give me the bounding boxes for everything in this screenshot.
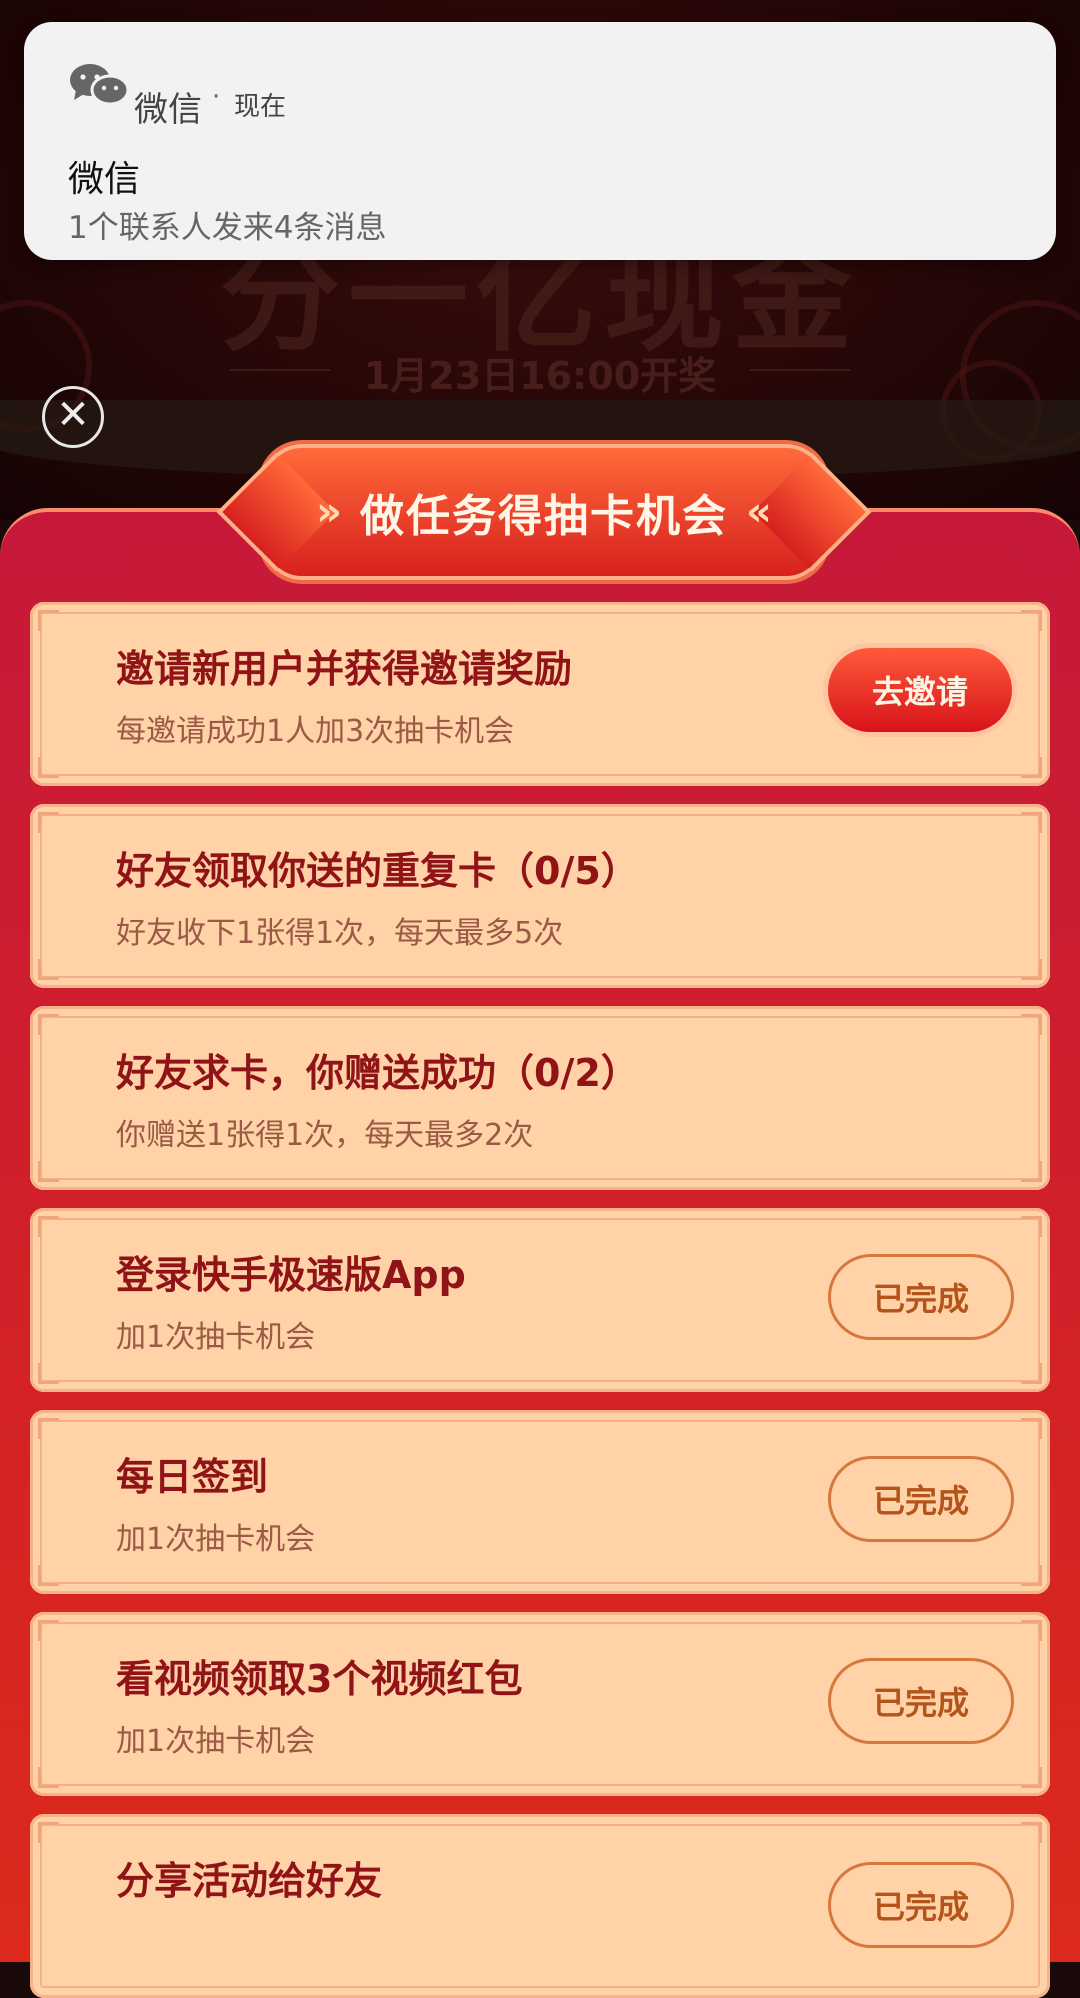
notification-body: 1个联系人发来4条消息	[68, 210, 387, 246]
close-button[interactable]: ✕	[42, 386, 104, 448]
card-corner	[1021, 812, 1042, 833]
invite-button[interactable]: 去邀请	[828, 648, 1012, 732]
card-corner	[38, 1822, 59, 1843]
card-corner	[38, 812, 59, 833]
completed-button[interactable]: 已完成	[828, 1862, 1014, 1948]
task-subtitle: 加1次抽卡机会	[116, 1522, 316, 1557]
panel-header: » 做任务得抽卡机会 «	[262, 444, 826, 580]
task-subtitle: 加1次抽卡机会	[116, 1320, 316, 1355]
task-card-friend-receive: 好友领取你送的重复卡（0/5） 好友收下1张得1次，每天最多5次	[30, 804, 1050, 988]
card-corner	[38, 1620, 59, 1641]
task-card-login: 登录快手极速版App 加1次抽卡机会 已完成	[30, 1208, 1050, 1392]
card-corner	[38, 1767, 59, 1788]
wechat-icon	[70, 64, 130, 106]
card-corner	[1021, 1565, 1042, 1586]
task-title: 好友求卡，你赠送成功（0/2）	[116, 1051, 639, 1095]
card-corner	[1021, 1161, 1042, 1182]
card-corner	[1021, 610, 1042, 631]
card-corner	[38, 1014, 59, 1035]
card-corner	[1021, 1014, 1042, 1035]
card-corner	[38, 757, 59, 778]
card-corner	[38, 959, 59, 980]
task-subtitle: 加1次抽卡机会	[116, 1724, 316, 1759]
card-corner	[1021, 959, 1042, 980]
card-corner	[38, 1161, 59, 1182]
completed-button[interactable]: 已完成	[828, 1254, 1014, 1340]
card-corner	[1021, 1216, 1042, 1237]
notification-time: 现在	[234, 92, 287, 122]
panel-title: 做任务得抽卡机会	[360, 491, 728, 542]
chevron-right-icon: »	[316, 489, 342, 535]
task-title: 邀请新用户并获得邀请奖励	[116, 647, 573, 691]
card-corner	[1021, 757, 1042, 778]
task-title: 看视频领取3个视频红包	[116, 1657, 523, 1701]
notification-separator: ·	[212, 82, 221, 112]
close-icon: ✕	[56, 392, 90, 438]
card-corner	[1021, 1620, 1042, 1641]
card-corner	[1021, 1363, 1042, 1384]
task-title: 每日签到	[116, 1455, 269, 1499]
notification-title: 微信	[68, 159, 141, 200]
card-corner	[38, 1565, 59, 1586]
card-corner	[38, 1363, 59, 1384]
card-corner	[38, 610, 59, 631]
completed-button[interactable]: 已完成	[828, 1658, 1014, 1744]
card-corner	[1021, 1822, 1042, 1843]
task-card-checkin: 每日签到 加1次抽卡机会 已完成	[30, 1410, 1050, 1594]
card-corner	[1021, 1418, 1042, 1439]
task-subtitle: 每邀请成功1人加3次抽卡机会	[116, 714, 515, 749]
notification-app-name: 微信	[134, 90, 202, 130]
card-corner	[1021, 1767, 1042, 1788]
task-card-gift-card: 好友求卡，你赠送成功（0/2） 你赠送1张得1次，每天最多2次	[30, 1006, 1050, 1190]
card-corner	[38, 1216, 59, 1237]
completed-button[interactable]: 已完成	[828, 1456, 1014, 1542]
task-subtitle: 你赠送1张得1次，每天最多2次	[116, 1118, 534, 1153]
task-subtitle: 好友收下1张得1次，每天最多5次	[116, 916, 564, 951]
chevron-left-icon: «	[746, 489, 772, 535]
task-card-watch-video: 看视频领取3个视频红包 加1次抽卡机会 已完成	[30, 1612, 1050, 1796]
task-card-share: 分享活动给好友 已完成	[30, 1814, 1050, 1998]
task-card-invite: 邀请新用户并获得邀请奖励 每邀请成功1人加3次抽卡机会 去邀请	[30, 602, 1050, 786]
wechat-notification[interactable]: 微信 · 现在 微信 1个联系人发来4条消息	[24, 22, 1056, 260]
task-title: 登录快手极速版App	[116, 1253, 466, 1297]
task-title: 好友领取你送的重复卡（0/5）	[116, 849, 639, 893]
task-title: 分享活动给好友	[116, 1859, 383, 1903]
card-corner	[38, 1418, 59, 1439]
